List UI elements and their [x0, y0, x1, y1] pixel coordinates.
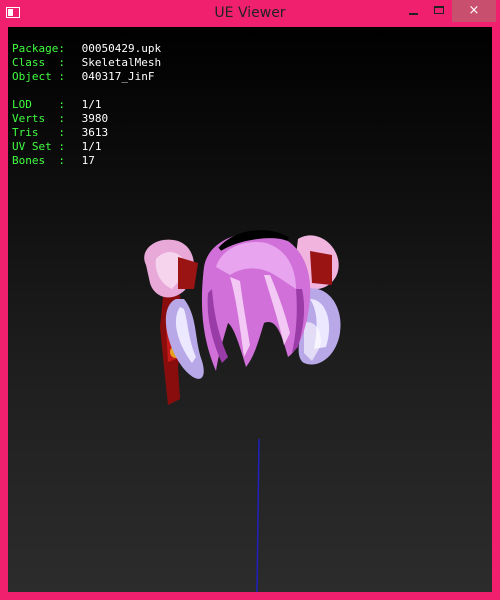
3d-viewport[interactable]: Package: 00050429.upk Class : SkeletalMe… — [8, 27, 492, 592]
package-label: Package: — [12, 42, 65, 55]
info-class: Class : SkeletalMesh — [12, 56, 161, 70]
minimize-button[interactable] — [400, 0, 426, 22]
close-button[interactable]: × — [452, 0, 496, 22]
title-bar[interactable]: UE Viewer × — [0, 0, 500, 27]
object-value: 040317_JinF — [81, 70, 155, 83]
maximize-button[interactable] — [426, 0, 452, 22]
bones-label: Bones : — [12, 154, 65, 167]
close-icon: × — [468, 3, 480, 18]
info-verts: Verts : 3980 — [12, 112, 161, 126]
object-label: Object : — [12, 70, 65, 83]
axis-line — [256, 438, 260, 592]
verts-value: 3980 — [81, 112, 109, 125]
package-value: 00050429.upk — [81, 42, 162, 55]
info-object: Object : 040317_JinF — [12, 70, 161, 84]
maximize-icon — [434, 6, 444, 14]
tris-label: Tris : — [12, 126, 65, 139]
info-lod: LOD : 1/1 — [12, 98, 161, 112]
info-bones: Bones : 17 — [12, 154, 161, 168]
verts-label: Verts : — [12, 112, 65, 125]
lod-label: LOD : — [12, 98, 65, 111]
mesh-info-panel: Package: 00050429.upk Class : SkeletalMe… — [12, 42, 161, 168]
bones-value: 17 — [81, 154, 95, 167]
class-value: SkeletalMesh — [81, 56, 162, 69]
minimize-icon — [409, 13, 418, 15]
info-tris: Tris : 3613 — [12, 126, 161, 140]
uvset-value: 1/1 — [81, 140, 102, 153]
left-bun-tie — [178, 257, 198, 289]
right-bun-tie — [310, 251, 332, 285]
uvset-label: UV Set : — [12, 140, 65, 153]
info-uvset: UV Set : 1/1 — [12, 140, 161, 154]
class-label: Class : — [12, 56, 65, 69]
lod-value: 1/1 — [81, 98, 102, 111]
info-package: Package: 00050429.upk — [12, 42, 161, 56]
tris-value: 3613 — [81, 126, 109, 139]
app-window: UE Viewer × Package: 00050429.upk Class … — [0, 0, 500, 600]
